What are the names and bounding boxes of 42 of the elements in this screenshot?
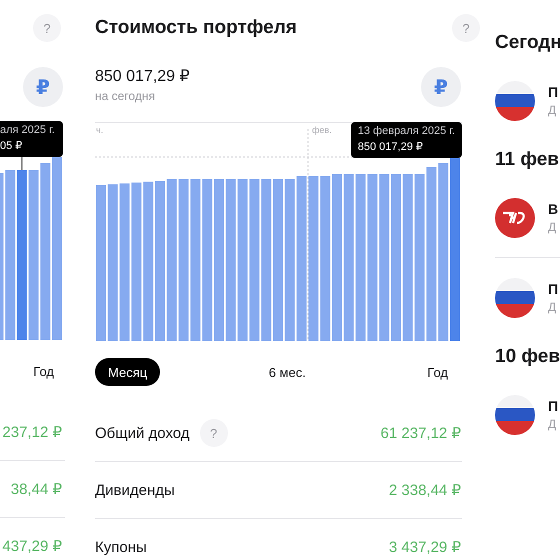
event-subtitle: Д (548, 103, 558, 117)
period-tab[interactable]: Месяц (95, 358, 160, 386)
currency-button[interactable]: ₽ (23, 67, 63, 107)
help-button[interactable]: ? (452, 14, 480, 42)
amount-value: 61 237,12 ₽ (380, 424, 462, 442)
income-label: Дивиденды (95, 482, 175, 498)
tooltip-line (21, 156, 22, 170)
flag-icon (495, 278, 535, 318)
event-title: В (548, 201, 558, 217)
income-label: Общий доход (95, 424, 190, 442)
amount-value: 237,12 ₽ (2, 423, 62, 441)
currency-button[interactable]: ₽ (421, 67, 461, 107)
event-title: П (548, 281, 558, 297)
month-label: фев. (312, 125, 332, 135)
date-heading: 11 фев (495, 148, 560, 172)
help-button[interactable]: ? (200, 419, 228, 447)
portfolio-value: 850 017,29 ₽ (95, 67, 190, 87)
tooltip-date: аля 2025 г. (0, 124, 56, 136)
tooltip-value: 850 017,29 ₽ (358, 140, 424, 153)
period-tab[interactable]: Год (414, 358, 461, 386)
event-title: П (548, 84, 558, 100)
event-subtitle: Д (548, 417, 558, 431)
month-label: ч. (96, 125, 104, 135)
event-subtitle: Д (548, 220, 558, 234)
help-button[interactable]: ? (33, 14, 61, 42)
amount-value: 38,44 ₽ (10, 480, 62, 498)
amount-value: 3 437,29 ₽ (388, 538, 462, 556)
period-tab[interactable]: 6 мес. (256, 358, 319, 386)
tooltip-date: 13 февраля 2025 г. (358, 125, 455, 137)
logo-icon (495, 198, 535, 238)
tooltip-value: 05 ₽ (0, 139, 24, 152)
amount-value: 2 338,44 ₽ (388, 481, 462, 499)
income-label: Купоны (95, 538, 147, 556)
event-subtitle: Д (548, 300, 558, 314)
value-caption: на сегодня (95, 88, 156, 104)
event-title: П (548, 398, 558, 414)
amount-value: 437,29 ₽ (2, 537, 62, 555)
period-tab[interactable]: Год (33, 357, 65, 385)
panel-title: Стоимость портфеля (95, 17, 297, 39)
flag-icon (495, 394, 535, 434)
flag-icon (495, 80, 535, 120)
date-heading: 10 фев (495, 345, 560, 369)
